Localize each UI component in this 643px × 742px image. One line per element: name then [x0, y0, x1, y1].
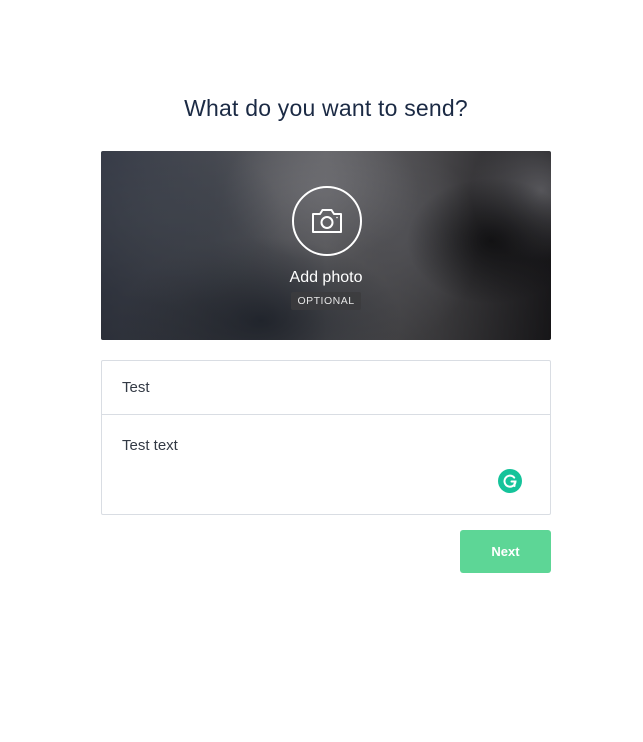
add-photo-area[interactable]: Add photo OPTIONAL	[101, 151, 551, 340]
page-title: What do you want to send?	[184, 95, 468, 121]
message-textarea[interactable]: Test text	[102, 416, 550, 514]
message-form: Test text	[101, 360, 551, 515]
subject-input[interactable]	[102, 361, 550, 415]
camera-button[interactable]	[292, 186, 362, 256]
grammarly-button[interactable]	[498, 469, 522, 493]
grammarly-icon	[503, 474, 517, 488]
camera-icon	[312, 209, 342, 233]
next-button[interactable]: Next	[460, 530, 551, 573]
send-page: What do you want to send? Add photo OPTI…	[0, 0, 643, 742]
add-photo-label: Add photo	[289, 269, 363, 286]
optional-badge: OPTIONAL	[291, 292, 361, 310]
